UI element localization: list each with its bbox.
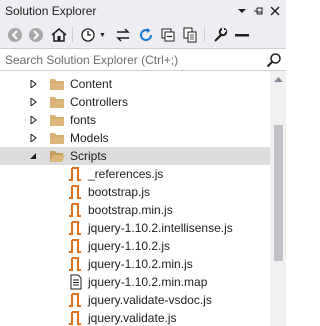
tree-item-label: Controllers: [70, 95, 129, 109]
sync-arrows-icon: [116, 28, 130, 42]
tree-item-label: jquery-1.10.2.min.js: [88, 257, 193, 271]
collapse-all-button[interactable]: [158, 25, 178, 45]
tree-item-label: fonts: [70, 113, 97, 127]
tree-item-file[interactable]: bootstrap.min.js: [0, 201, 270, 219]
title-bar: Solution Explorer: [0, 0, 286, 21]
js-file-icon: [69, 311, 81, 325]
chevron-right-icon: [30, 116, 37, 124]
js-file-icon: [69, 185, 81, 199]
js-file-icon: [69, 221, 81, 235]
tree-item-label: jquery-1.10.2.intellisense.js: [88, 221, 233, 235]
tree-item-controllers-folder[interactable]: Controllers: [0, 93, 270, 111]
history-clock-icon: [81, 28, 95, 42]
tree-item-scripts-folder[interactable]: Scripts: [0, 147, 270, 165]
tree-item-label: jquery-1.10.2.min.map: [88, 275, 208, 289]
js-file-icon: [69, 257, 81, 271]
properties-wrench-icon: [214, 27, 228, 42]
properties-button[interactable]: [210, 25, 230, 45]
tree-item-file[interactable]: jquery-1.10.2.intellisense.js: [0, 219, 270, 237]
home-button[interactable]: [49, 25, 69, 45]
folder-icon: [50, 115, 64, 126]
search-box[interactable]: Search Solution Explorer (Ctrl+;): [0, 48, 286, 71]
search-input[interactable]: Search Solution Explorer (Ctrl+;): [5, 53, 178, 67]
back-button[interactable]: [5, 25, 25, 45]
scrollbar-thumb[interactable]: [274, 125, 283, 261]
tree-item-label: _references.js: [88, 167, 164, 181]
tree-item-models-folder[interactable]: Models: [0, 129, 270, 147]
open-folder-icon: [50, 151, 65, 162]
chevron-down-icon[interactable]: ▼: [99, 32, 106, 39]
sync-with-active-document-button[interactable]: [113, 25, 133, 45]
show-all-files-icon: [183, 27, 197, 43]
tree-item-fonts-folder[interactable]: fonts: [0, 111, 270, 129]
refresh-icon: [140, 28, 153, 42]
chevron-right-icon: [30, 98, 37, 106]
js-file-icon: [69, 167, 81, 181]
preview-minus-icon: [235, 34, 249, 37]
tree-item-label: bootstrap.js: [88, 185, 151, 199]
forward-button[interactable]: [26, 25, 46, 45]
solution-tree: Content Controllers fonts Models Scripts…: [0, 71, 270, 326]
folder-icon: [50, 133, 64, 144]
refresh-button[interactable]: [136, 25, 156, 45]
js-file-icon: [69, 203, 81, 217]
tree-item-file[interactable]: jquery.validate.js: [0, 309, 270, 326]
folder-icon: [50, 97, 64, 108]
back-arrow-icon: [8, 28, 22, 42]
window-title: Solution Explorer: [5, 4, 97, 18]
search-icon[interactable]: [266, 52, 282, 68]
vertical-scrollbar[interactable]: [270, 71, 286, 326]
show-all-files-button[interactable]: [180, 25, 200, 45]
forward-arrow-icon: [29, 28, 43, 42]
folder-icon: [50, 79, 64, 90]
tree-item-content-folder[interactable]: Content: [0, 75, 270, 93]
chevron-expanded-icon: [30, 153, 36, 159]
window-position-dropdown-icon[interactable]: [234, 3, 250, 19]
tree-item-label: Scripts: [70, 149, 107, 163]
close-icon[interactable]: [267, 3, 283, 19]
chevron-right-icon: [30, 134, 37, 142]
tree-item-file[interactable]: jquery.validate-vsdoc.js: [0, 291, 270, 309]
collapse-all-icon: [161, 28, 175, 42]
tree-item-file[interactable]: _references.js: [0, 165, 270, 183]
toolbar: ▼: [0, 21, 286, 48]
home-icon: [51, 28, 67, 42]
tree-item-file[interactable]: jquery-1.10.2.js: [0, 237, 270, 255]
tree-item-label: jquery.validate-vsdoc.js: [88, 293, 212, 307]
text-file-icon: [70, 274, 82, 290]
pin-icon[interactable]: [251, 3, 267, 19]
tree-item-file[interactable]: jquery-1.10.2.min.js: [0, 255, 270, 273]
scroll-up-arrow-icon[interactable]: [270, 71, 286, 87]
js-file-icon: [69, 239, 81, 253]
preview-selected-items-button[interactable]: [232, 25, 252, 45]
tree-item-label: jquery-1.10.2.js: [88, 239, 171, 253]
tree-item-label: jquery.validate.js: [88, 311, 177, 325]
tree-item-label: Models: [70, 131, 109, 145]
tree-item-label: Content: [70, 77, 113, 91]
toolbar-separator: [72, 27, 73, 42]
tree-item-file[interactable]: jquery-1.10.2.min.map: [0, 273, 270, 291]
toolbar-separator: [204, 27, 205, 42]
chevron-right-icon: [30, 80, 37, 88]
js-file-icon: [69, 293, 81, 307]
pending-changes-filter-button[interactable]: [78, 25, 98, 45]
tree-item-label: bootstrap.min.js: [88, 203, 173, 217]
tree-item-file[interactable]: bootstrap.js: [0, 183, 270, 201]
